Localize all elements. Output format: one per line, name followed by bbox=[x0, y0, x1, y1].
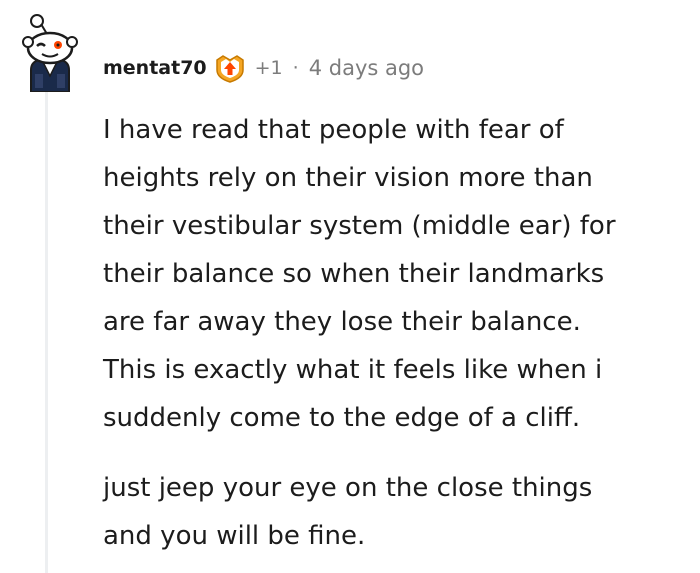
thread-collapse-line[interactable] bbox=[45, 92, 48, 573]
points-count: +1 bbox=[254, 57, 283, 79]
comment-body: I have read that people with fear of hei… bbox=[103, 106, 693, 560]
user-avatar[interactable] bbox=[17, 12, 85, 93]
comment-timestamp[interactable]: 4 days ago bbox=[309, 56, 424, 80]
comment-meta: mentat70 +1 · 4 days ago bbox=[103, 53, 424, 83]
heart-up-arrow-award-icon[interactable] bbox=[213, 52, 247, 84]
meta-separator: · bbox=[292, 57, 299, 79]
reddit-snoo-avatar-icon bbox=[22, 14, 78, 93]
username-link[interactable]: mentat70 bbox=[103, 57, 207, 79]
comment-paragraph: I have read that people with fear of hei… bbox=[103, 115, 616, 433]
comment: mentat70 +1 · 4 days ago I have read tha… bbox=[0, 0, 700, 573]
comment-paragraph: just jeep your eye on the close things a… bbox=[103, 473, 593, 551]
